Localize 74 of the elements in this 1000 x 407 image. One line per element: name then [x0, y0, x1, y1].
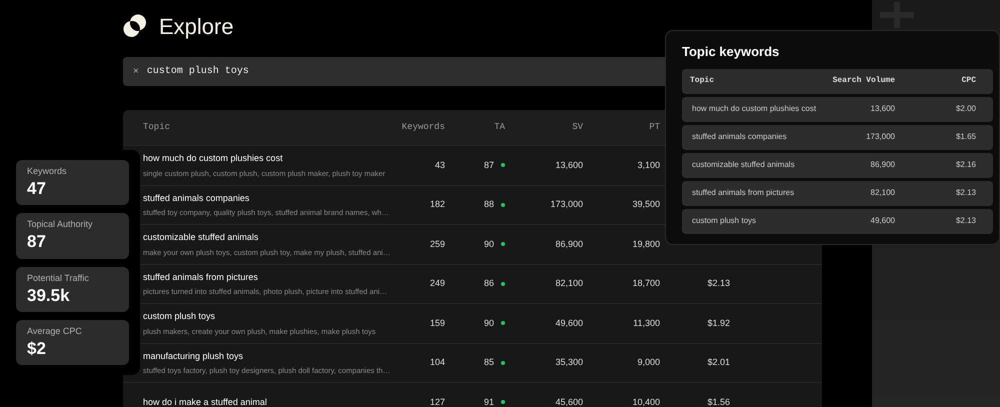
table-cell-text: 173,000: [865, 131, 895, 143]
table-cell-text: custom plush toys: [692, 215, 758, 227]
stat-label: Potential Traffic: [27, 274, 90, 282]
table-cell-text: 43: [434, 158, 445, 172]
topic-title[interactable]: how do i make a stuffed animal: [143, 396, 393, 407]
topic-title[interactable]: custom plush toys: [143, 310, 393, 324]
table-cell-text: $1.92: [706, 316, 730, 330]
table-cell: 91: [484, 396, 494, 407]
stat-value: $2: [27, 338, 47, 359]
column-header[interactable]: SV: [505, 120, 583, 134]
table-cell-text: 104: [428, 356, 445, 369]
stat-value: 87: [27, 231, 47, 252]
table-cell-text: 182: [428, 198, 445, 211]
table-cell-text: 159: [428, 316, 445, 330]
table-cell-text: 18,700: [631, 277, 660, 290]
stat-label: Keywords: [27, 167, 68, 176]
table-cell-text: 11,300: [632, 316, 660, 330]
column-header[interactable]: PT: [583, 120, 660, 134]
topic-title[interactable]: customizable stuffed animals: [143, 231, 393, 244]
table-cell-text: 13,600: [554, 158, 583, 172]
table-cell-text: 88: [484, 198, 494, 211]
column-header[interactable]: TA: [445, 120, 505, 134]
table-cell-text: 19,800: [631, 238, 660, 250]
table-cell-text: $1.56: [706, 396, 730, 407]
logo-icon: [123, 14, 147, 38]
table-cell-text: 45,600: [554, 396, 583, 407]
table-cell-text: 49,600: [554, 316, 583, 330]
table-cell-text: stuffed animals from pictures: [692, 187, 796, 199]
column-header[interactable]: CPC: [895, 75, 976, 87]
table-cell-text: 3,100: [636, 158, 660, 172]
table-cell-text: 90: [484, 316, 494, 330]
page-title: Explore: [159, 12, 234, 41]
topic-title[interactable]: stuffed animals companies: [143, 192, 393, 205]
table-cell-text: $1.65: [954, 131, 976, 143]
topic-title[interactable]: how much do custom plushies cost: [143, 152, 393, 166]
table-cell-text: $2.13: [954, 187, 976, 199]
stat-label: Average CPC: [27, 326, 83, 336]
table-cell-text: 90: [484, 238, 494, 250]
table-cell-text: 259: [428, 238, 445, 250]
table-cell-text: 82,100: [554, 277, 583, 290]
table-cell-text: 85: [484, 356, 494, 369]
table-cell-text: 173,000: [549, 198, 583, 211]
clear-icon[interactable]: ×: [133, 64, 139, 79]
topic-title[interactable]: manufacturing plush toys: [143, 350, 393, 363]
table-cell-text: 10,400: [631, 396, 660, 407]
table-cell-text: stuffed animals companies: [692, 131, 788, 143]
stat-label: Topical Authority: [27, 220, 94, 230]
table-cell-text: 82,100: [870, 187, 895, 199]
stat-value: 39.5k: [27, 284, 71, 306]
table-cell-text: 87: [484, 158, 494, 172]
table-cell-text: 86,900: [554, 238, 583, 250]
table-cell-text: $2.13: [954, 215, 976, 227]
table-cell-text: $2.01: [706, 356, 730, 369]
table-cell-text: $2.16: [954, 159, 976, 171]
column-header[interactable]: Topic: [690, 75, 825, 87]
table-cell-text: 86,900: [870, 159, 895, 171]
popup-title: Topic keywords: [682, 43, 780, 61]
table-cell-text: $2.13: [706, 277, 730, 290]
table-cell-text: 249: [428, 277, 445, 290]
column-header[interactable]: Keywords: [393, 120, 445, 134]
table-cell-text: 39,500: [631, 198, 660, 211]
table-cell-text: $2.00: [954, 103, 976, 115]
table-cell-text: 13,600: [870, 103, 895, 115]
table-cell-text: customizable stuffed animals: [692, 159, 796, 171]
stat-value: 47: [27, 178, 47, 200]
table-cell-text: 86: [484, 277, 494, 290]
column-header[interactable]: Search Volume: [825, 75, 895, 87]
topic-title[interactable]: stuffed animals from pictures: [143, 270, 393, 284]
table-cell-text: 49,600: [870, 215, 895, 227]
column-header[interactable]: Topic: [143, 120, 393, 134]
table-cell-text: 35,300: [554, 356, 583, 369]
table-cell-text: 127: [428, 396, 445, 407]
table-cell-text: how much do custom plushies cost: [692, 103, 818, 115]
table-cell-text: 9,000: [636, 356, 660, 369]
